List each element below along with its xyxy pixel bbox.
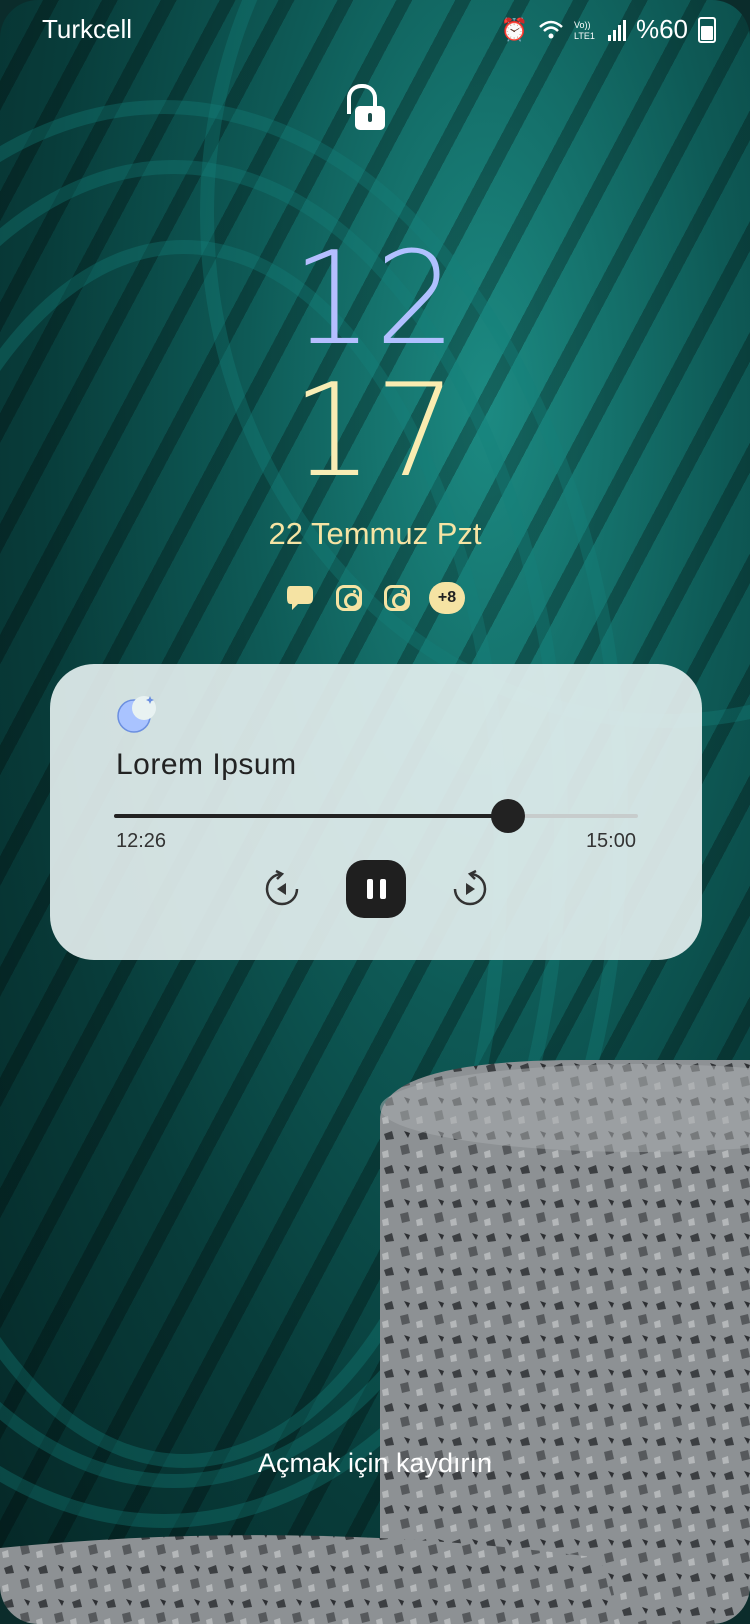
total-time: 15:00 [585,830,636,852]
svg-text:Vo)): Vo)) [574,20,591,30]
battery-icon [698,16,716,43]
pause-icon [366,879,373,899]
date-label: 22 Temmuz Pzt [268,516,482,551]
svg-text:LTE1: LTE1 [574,31,595,41]
track-title: Lorem Ipsum [116,748,297,781]
moon-app-icon [117,696,156,733]
clock-hour: 12 [0,236,750,364]
battery-label: %60 [635,14,688,44]
lock-screen: Turkcell ⏰ Vo)) LTE1 %60 12 17 22 Temmuz [0,0,750,1624]
chat-icon[interactable] [285,582,317,614]
notification-icons[interactable]: +8 [0,582,750,614]
signal-icon [607,19,626,41]
playback-controls [50,860,702,918]
unlock-icon[interactable] [345,84,385,132]
clock-minute: 17 [0,368,750,496]
volte-icon: Vo)) LTE1 [574,20,595,41]
progress-track[interactable] [114,799,638,833]
progress-thumb[interactable] [491,799,526,833]
rewind-icon[interactable] [262,869,302,909]
instagram-icon[interactable] [381,582,413,614]
pause-button[interactable] [346,860,406,918]
swipe-to-unlock-hint[interactable]: Açmak için kaydırın [0,1448,750,1479]
progress-fill [114,814,509,818]
status-bar: Turkcell ⏰ Vo)) LTE1 %60 [0,12,750,48]
carrier-label: Turkcell [42,14,133,44]
elapsed-time: 12:26 [116,830,167,852]
more-notifications-badge[interactable]: +8 [429,582,465,614]
instagram-icon[interactable] [333,582,365,614]
forward-icon[interactable] [450,869,490,909]
wifi-icon [539,20,563,38]
stone-slab [0,1535,620,1624]
media-player-card[interactable]: Lorem Ipsum 12:26 15:00 [50,664,702,960]
alarm-icon: ⏰ [500,16,528,42]
